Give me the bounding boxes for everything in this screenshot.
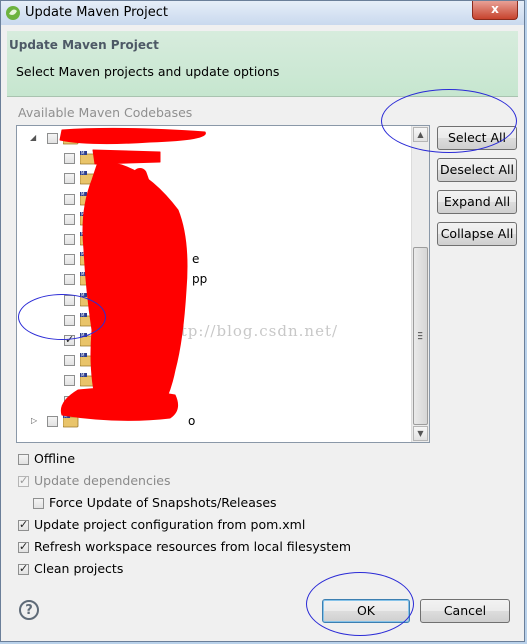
option-label: Clean projects <box>34 561 124 576</box>
scroll-down-arrow-icon[interactable]: ▼ <box>413 426 428 441</box>
maven-project-icon: M <box>80 293 96 307</box>
window-title: Update Maven Project <box>25 5 168 20</box>
option-label: Force Update of Snapshots/Releases <box>49 495 277 510</box>
expanded-arrow-icon[interactable]: ◢ <box>30 133 38 142</box>
tree-row-label: e <box>192 252 200 266</box>
codebases-label: Available Maven Codebases <box>18 105 193 120</box>
tree-row[interactable]: M <box>17 191 413 209</box>
help-icon[interactable]: ? <box>19 600 39 620</box>
svg-text:M: M <box>81 252 85 257</box>
maven-project-icon: M <box>63 131 79 145</box>
scroll-up-arrow-icon[interactable]: ▲ <box>413 127 428 142</box>
maven-project-icon: M <box>80 333 96 347</box>
tree-row-checkbox[interactable] <box>64 234 75 245</box>
option-checkbox[interactable] <box>18 562 29 575</box>
tree-row-checkbox[interactable] <box>64 214 75 225</box>
tree-row-checkbox[interactable] <box>64 295 75 306</box>
update-maven-project-dialog: Update Maven Project x Update Maven Proj… <box>0 0 525 642</box>
scroll-thumb[interactable]: ━ ━ ━ <box>413 247 428 425</box>
tree-row-checkbox[interactable] <box>47 416 58 427</box>
maven-project-icon: M <box>80 313 96 327</box>
tree-row-checkbox[interactable] <box>64 315 75 326</box>
svg-text:M: M <box>81 192 85 197</box>
cancel-button[interactable]: Cancel <box>420 599 510 623</box>
tree-row-checkbox[interactable] <box>64 355 75 366</box>
maven-project-icon: M <box>80 252 96 266</box>
header-title: Update Maven Project <box>9 38 159 52</box>
svg-text:M: M <box>81 212 85 217</box>
maven-project-icon: M <box>80 212 96 226</box>
svg-text:M: M <box>64 414 68 419</box>
svg-text:M: M <box>81 373 85 378</box>
option-checkbox[interactable] <box>18 454 29 465</box>
svg-text:M: M <box>81 333 85 338</box>
tree-scrollbar[interactable]: ▲ ━ ━ ━ ▼ <box>411 126 429 442</box>
maven-project-icon: M <box>80 373 96 387</box>
tree-row-checkbox[interactable] <box>47 133 58 144</box>
maven-project-icon: M <box>80 171 96 185</box>
tree-row[interactable]: ▷ M <box>17 413 413 431</box>
svg-text:M: M <box>81 353 85 358</box>
deselect-all-button[interactable]: Deselect All <box>437 158 517 182</box>
tree-row[interactable]: M <box>17 271 413 289</box>
maven-project-icon: M <box>80 353 96 367</box>
option-checkbox[interactable] <box>33 498 44 509</box>
dialog-header: Update Maven Project Select Maven projec… <box>7 31 518 97</box>
tree-row[interactable]: M <box>17 352 413 370</box>
option-checkbox[interactable] <box>18 518 29 531</box>
svg-text:M: M <box>81 151 85 156</box>
tree-row-checkbox[interactable] <box>64 173 75 184</box>
option-label: Refresh workspace resources from local f… <box>34 539 352 554</box>
option-label: Update dependencies <box>34 473 171 488</box>
tree-row[interactable]: M <box>17 292 413 310</box>
tree-row-label: o <box>188 414 196 428</box>
tree-row-checkbox[interactable] <box>64 274 75 285</box>
maven-project-icon: M <box>80 232 96 246</box>
select-all-button[interactable]: Select All <box>437 126 517 150</box>
codebase-tree[interactable]: ◢MMMMMMMMMMMMMM▷Meppo ▲ ━━━ ▼ <box>16 125 430 443</box>
collapsed-arrow-icon[interactable]: ▷ <box>31 416 39 425</box>
app-icon <box>6 6 20 20</box>
tree-row[interactable]: M <box>17 372 413 390</box>
watermark-text: http://blog.csdn.net/ <box>163 322 339 340</box>
tree-row-checkbox[interactable] <box>64 194 75 205</box>
tree-row[interactable]: M <box>17 211 413 229</box>
svg-text:M: M <box>81 293 85 298</box>
tree-row-checkbox[interactable] <box>64 375 75 386</box>
svg-text:M: M <box>64 131 68 136</box>
maven-project-icon: M <box>80 394 96 408</box>
maven-project-icon: M <box>80 272 96 286</box>
tree-row-checkbox[interactable] <box>64 254 75 265</box>
tree-row[interactable]: M <box>17 150 413 168</box>
option-label: Update project configuration from pom.xm… <box>34 517 306 532</box>
header-message: Select Maven projects and update options <box>16 64 280 79</box>
tree-row-label: pp <box>192 272 208 286</box>
svg-text:M: M <box>81 272 85 277</box>
tree-row-checkbox[interactable] <box>64 153 75 164</box>
collapse-all-button[interactable]: Collapse All <box>437 222 517 246</box>
ok-button[interactable]: OK <box>322 599 410 623</box>
option-checkbox[interactable] <box>18 540 29 553</box>
svg-text:M: M <box>81 171 85 176</box>
tree-row-checkbox[interactable] <box>64 396 75 407</box>
tree-row[interactable]: M <box>17 231 413 249</box>
close-icon[interactable]: x <box>472 1 518 20</box>
option-checkbox <box>18 474 29 487</box>
tree-row[interactable]: M <box>17 251 413 269</box>
title-bar[interactable]: Update Maven Project x <box>1 1 524 25</box>
maven-project-icon: M <box>80 151 96 165</box>
option-label: Offline <box>34 451 76 466</box>
svg-text:M: M <box>81 232 85 237</box>
tree-row[interactable]: M <box>17 170 413 188</box>
expand-all-button[interactable]: Expand All <box>437 190 517 214</box>
svg-text:M: M <box>81 394 85 399</box>
tree-row[interactable]: ◢ M <box>17 130 413 148</box>
maven-project-icon: M <box>80 192 96 206</box>
tree-row-checkbox[interactable] <box>64 333 75 346</box>
maven-project-icon: M <box>63 414 79 428</box>
svg-text:M: M <box>81 313 85 318</box>
tree-row[interactable]: M <box>17 393 413 411</box>
